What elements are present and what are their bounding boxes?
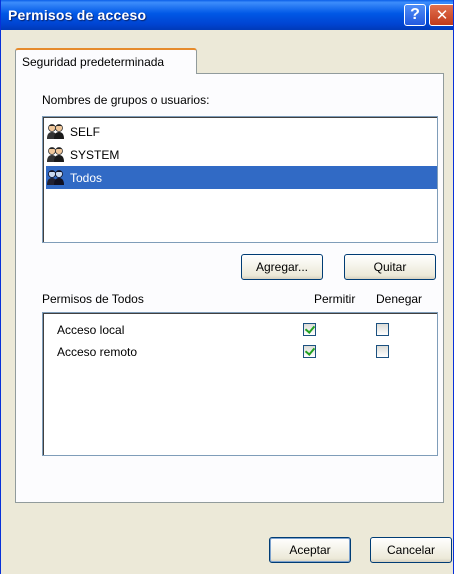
close-icon: ✕: [435, 7, 449, 24]
allow-checkbox[interactable]: [303, 345, 316, 358]
window-title: Permisos de acceso: [8, 7, 147, 23]
deny-column-header: Denegar: [376, 292, 423, 306]
permissions-list: Acceso local Acceso remoto: [42, 312, 438, 456]
permission-row: Acceso local: [43, 321, 435, 341]
title-bar[interactable]: Permisos de acceso ? ✕: [1, 0, 453, 30]
allow-checkbox[interactable]: [303, 323, 316, 336]
help-icon: ?: [410, 6, 420, 23]
dialog-window: Permisos de acceso ? ✕ Seguridad predete…: [0, 0, 454, 574]
ok-button[interactable]: Aceptar: [269, 537, 351, 563]
deny-checkbox[interactable]: [376, 323, 389, 336]
deny-checkbox[interactable]: [376, 345, 389, 358]
close-button[interactable]: ✕: [429, 4, 453, 26]
users-icon: [47, 147, 64, 162]
list-item[interactable]: Todos: [46, 166, 437, 189]
add-button[interactable]: Agregar...: [241, 254, 323, 280]
tab-default-security[interactable]: Seguridad predeterminada: [15, 48, 197, 74]
groups-label: Nombres de grupos o usuarios:: [42, 93, 210, 107]
allow-column-header: Permitir: [314, 292, 356, 306]
permission-label: Acceso remoto: [57, 345, 138, 359]
list-item[interactable]: SELF: [46, 120, 102, 143]
remove-button[interactable]: Quitar: [344, 254, 436, 280]
groups-listbox[interactable]: SELF SYSTEM Todos: [42, 116, 438, 243]
cancel-button[interactable]: Cancelar: [370, 537, 452, 563]
tab-label: Seguridad predeterminada: [22, 55, 165, 69]
permission-row: Acceso remoto: [43, 343, 435, 363]
list-item-label: SELF: [70, 124, 101, 139]
users-icon: [47, 170, 64, 185]
permission-label: Acceso local: [57, 323, 125, 337]
help-button[interactable]: ?: [404, 4, 426, 26]
list-item-label: SYSTEM: [70, 147, 120, 162]
users-icon: [47, 124, 64, 139]
permissions-heading: Permisos de Todos: [42, 292, 144, 306]
list-item-label: Todos: [68, 169, 105, 186]
list-item[interactable]: SYSTEM: [46, 143, 121, 166]
